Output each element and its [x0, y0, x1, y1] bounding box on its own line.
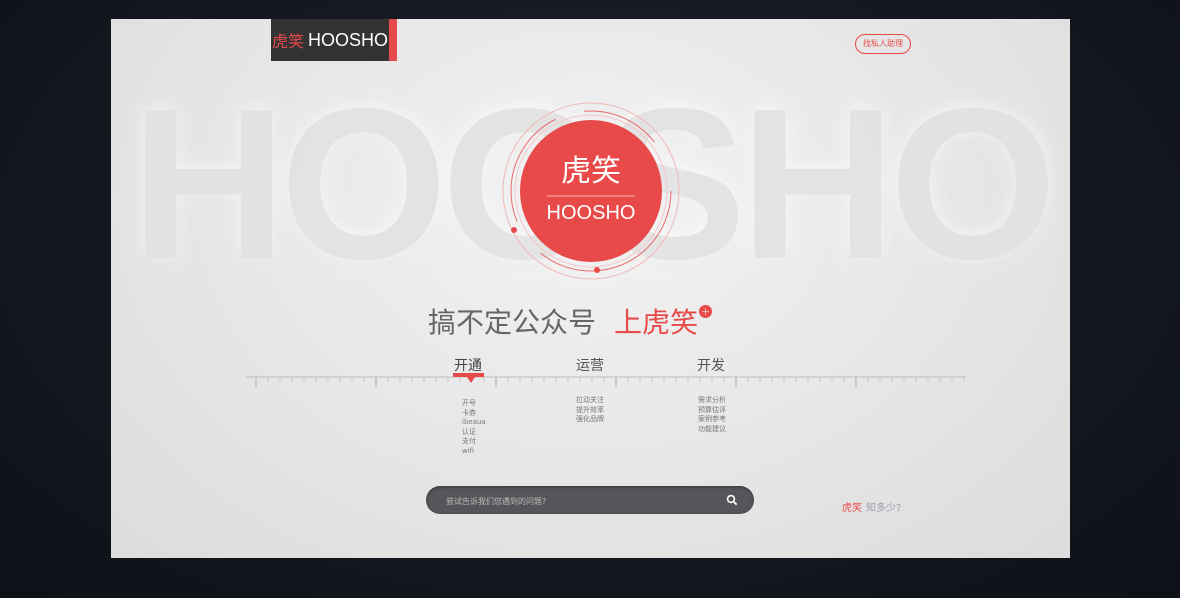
list-item[interactable]: 认证 — [462, 428, 486, 438]
list-item[interactable]: 预算估评 — [698, 406, 726, 416]
list-item[interactable]: 提升效率 — [576, 406, 604, 416]
know-more-link[interactable]: 虎笑 知多少? — [842, 499, 901, 514]
list-item[interactable]: wifi — [462, 447, 486, 457]
list-item[interactable]: 拉动关注 — [576, 396, 604, 406]
slogan-highlight: 上虎笑 — [614, 306, 699, 339]
list-item[interactable]: 卡券 — [462, 409, 486, 419]
badge-cn: 虎笑 — [561, 154, 621, 189]
orbit-dot — [594, 267, 600, 273]
list-item[interactable]: 需求分析 — [698, 396, 726, 406]
timeline-ruler — [246, 376, 966, 387]
tab-yunying[interactable]: 运营 — [576, 355, 604, 375]
know-more-brand: 虎笑 — [842, 503, 862, 514]
list-kaitong: 开号 卡券 ibeaua 认证 支付 wifi — [462, 399, 486, 457]
slogan: 搞不定公众号 上虎笑 + — [428, 301, 713, 341]
search-icon[interactable] — [726, 494, 738, 506]
plus-icon[interactable]: + — [699, 305, 713, 318]
slogan-main: 搞不定公众号 — [428, 306, 597, 339]
list-yunying: 拉动关注 提升效率 强化品牌 — [576, 396, 604, 425]
list-item[interactable]: 功能建议 — [698, 425, 726, 435]
logo[interactable]: 虎笑 HOOSHO — [271, 19, 397, 61]
list-kaifa: 需求分析 预算估评 案例参考 功能建议 — [698, 396, 726, 434]
tab-kaifa[interactable]: 开发 — [697, 355, 725, 375]
list-item[interactable]: 强化品牌 — [576, 415, 604, 425]
badge-en: HOOSHO — [547, 202, 636, 224]
orbit-dot — [511, 227, 517, 233]
page-frame: HOOSHO 虎笑 HOOSHO 找私人助理 虎笑 HOOSHO 搞不定公众号上… — [111, 19, 1070, 558]
search-bar — [426, 486, 754, 516]
list-item[interactable]: 支付 — [462, 437, 486, 447]
logo-cn: 虎笑 — [271, 32, 304, 51]
know-more-text: 知多少? — [866, 503, 902, 514]
list-item[interactable]: ibeaua — [462, 418, 486, 428]
list-item[interactable]: 案例参考 — [698, 415, 726, 425]
list-item[interactable]: 开号 — [462, 399, 486, 409]
logo-en: HOOSHO — [308, 29, 389, 50]
tab-kaitong[interactable]: 开通 — [454, 355, 482, 375]
logo-accent-bar — [389, 19, 397, 61]
active-stage-underline — [453, 373, 484, 377]
private-assistant-button[interactable]: 找私人助理 — [855, 34, 911, 54]
badge-circle — [520, 120, 662, 262]
center-badge: 虎笑 HOOSHO — [502, 102, 680, 280]
search-input[interactable] — [444, 486, 718, 516]
active-marker — [467, 377, 475, 383]
